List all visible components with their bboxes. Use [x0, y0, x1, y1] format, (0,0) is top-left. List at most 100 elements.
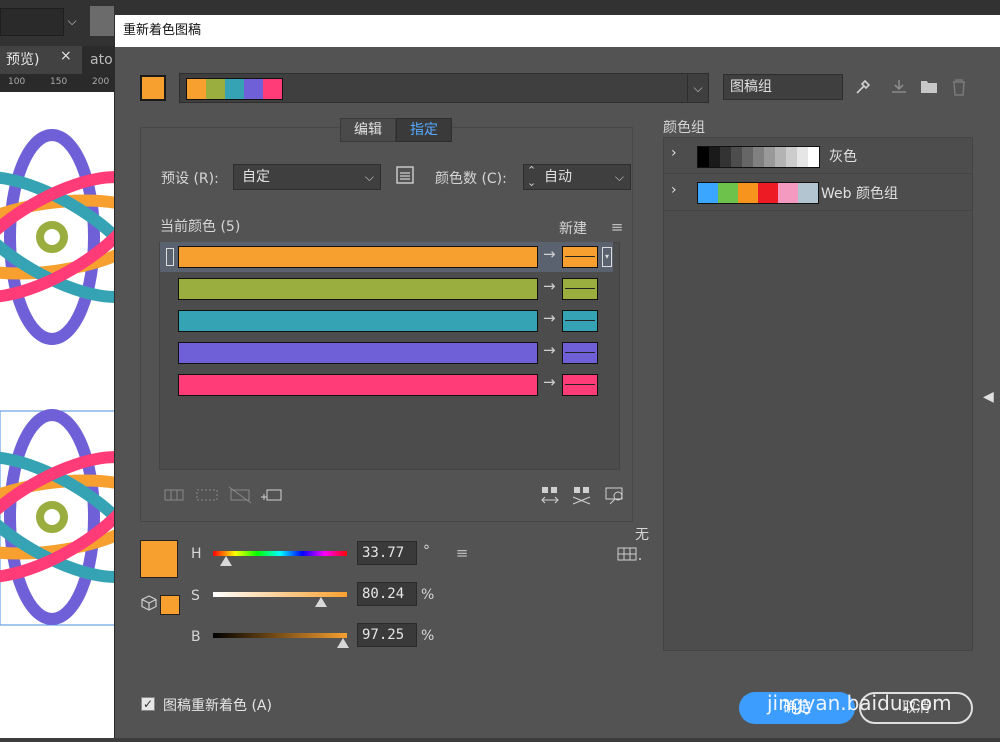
saturation-slider-thumb[interactable]: [314, 597, 327, 607]
s-unit: %: [421, 587, 434, 603]
arrow-right-icon[interactable]: →: [543, 373, 556, 391]
new-color-swatch[interactable]: [562, 278, 598, 300]
group-swatch: [797, 147, 808, 167]
b-label: B: [191, 629, 201, 645]
group-name-input[interactable]: 图稿组: [723, 74, 843, 100]
h-value-input[interactable]: 33.77: [357, 541, 417, 565]
row-dropdown-icon[interactable]: ▾: [602, 247, 612, 267]
recolor-checkbox[interactable]: ✓: [141, 697, 155, 711]
randomize-icon[interactable]: [540, 485, 630, 507]
colors-label: 颜色数 (C):: [435, 168, 507, 188]
color-groups-panel: [663, 137, 973, 651]
color-group-gray[interactable]: › 灰色: [663, 137, 973, 174]
cube-icon[interactable]: [141, 595, 157, 611]
s-value: 80.24: [362, 586, 405, 602]
chevron-right-icon[interactable]: ›: [671, 182, 677, 198]
b-unit-text: %: [421, 628, 435, 644]
s-unit-text: %: [421, 587, 435, 603]
chevron-down-icon[interactable]: ⌵: [62, 8, 82, 34]
current-color-bar[interactable]: [178, 342, 538, 364]
save-group-icon[interactable]: [888, 78, 910, 101]
hue-slider-thumb[interactable]: [219, 556, 232, 566]
s-value-input[interactable]: 80.24: [357, 582, 417, 606]
artboard[interactable]: [0, 92, 158, 738]
new-color-swatch[interactable]: [562, 374, 598, 396]
new-label: 新建: [559, 218, 587, 238]
toolbar-dropdown[interactable]: [0, 8, 64, 36]
s-label: S: [191, 588, 200, 604]
web-swatches: [697, 182, 819, 204]
arrow-right-icon[interactable]: →: [543, 309, 556, 327]
eyedropper-icon[interactable]: [852, 78, 874, 101]
sort-tools: [540, 485, 630, 507]
palette-strip: [186, 78, 283, 100]
row-handle-icon[interactable]: [166, 248, 174, 266]
arrow-right-icon[interactable]: →: [543, 245, 556, 263]
folder-icon[interactable]: [918, 78, 940, 99]
tab-preview-label: 预览): [6, 52, 40, 68]
expand-panel-icon[interactable]: ◀: [983, 389, 1000, 409]
stepper-arrows-icon[interactable]: ⌃ ⌄: [527, 165, 536, 189]
row-tools: [163, 485, 303, 505]
color-group-web[interactable]: › Web 颜色组: [663, 174, 973, 211]
new-color-swatch[interactable]: [562, 246, 598, 268]
arrow-right-icon[interactable]: →: [543, 341, 556, 359]
saturation-slider[interactable]: [213, 592, 347, 597]
toolbar-swatch[interactable]: [90, 6, 114, 36]
current-color-swatch[interactable]: [140, 75, 166, 101]
arrow-right-icon[interactable]: →: [543, 277, 556, 295]
new-label-text: 新建: [559, 221, 587, 237]
color-row[interactable]: ▾ →: [160, 242, 613, 272]
b-value: 97.25: [362, 627, 405, 643]
new-color-swatch[interactable]: [562, 342, 598, 364]
color-group-strip[interactable]: [179, 73, 709, 103]
color-group-name: Web 颜色组: [821, 186, 898, 202]
current-color-bar[interactable]: [178, 310, 538, 332]
chevron-right-icon[interactable]: ›: [671, 145, 677, 161]
brightness-slider[interactable]: [213, 633, 347, 638]
chevron-down-icon[interactable]: ⌵: [687, 73, 709, 103]
current-color-bar[interactable]: [178, 246, 538, 268]
color-mode-icon[interactable]: [617, 545, 643, 563]
current-color-bar[interactable]: [178, 278, 538, 300]
hue-slider[interactable]: [213, 551, 347, 556]
current-colors-text: 当前颜色 (5): [160, 219, 241, 235]
preset-select[interactable]: 自定 ⌵: [233, 164, 381, 190]
menu-icon[interactable]: ≡: [452, 543, 472, 563]
ruler-tick: 150: [50, 77, 68, 87]
chevron-down-icon: ⌵: [614, 170, 624, 184]
palette-swatch: [225, 79, 244, 99]
trash-icon[interactable]: [948, 78, 970, 101]
h-unit: °: [423, 543, 430, 559]
merge-colors-icon[interactable]: [163, 485, 303, 505]
web-safe-swatch[interactable]: [160, 595, 180, 615]
group-swatch: [808, 147, 819, 167]
tab-next-label: ato: [90, 52, 113, 68]
artwork: [0, 129, 158, 626]
current-colors-label: 当前颜色 (5): [160, 216, 240, 236]
menu-icon[interactable]: ≡: [607, 217, 627, 237]
color-groups-title: 颜色组: [663, 117, 705, 137]
b-value-input[interactable]: 97.25: [357, 623, 417, 647]
tab-close-glyph: ×: [60, 48, 72, 64]
tab-assign[interactable]: 指定: [396, 118, 452, 142]
color-row[interactable]: →: [160, 338, 613, 368]
tab-next[interactable]: ato: [90, 46, 113, 74]
color-row[interactable]: →: [160, 306, 613, 336]
preset-options-icon[interactable]: [394, 165, 416, 187]
close-icon[interactable]: ×: [60, 48, 72, 64]
current-color-bar[interactable]: [178, 374, 538, 396]
colors-count-select[interactable]: ⌃ ⌄ 自动 ⌵: [523, 164, 631, 190]
tab-edit[interactable]: 编辑: [340, 118, 396, 142]
color-row[interactable]: →: [160, 370, 613, 400]
group-swatch: [709, 147, 720, 167]
recolor-checkbox-label[interactable]: 图稿重新着色 (A): [163, 695, 272, 715]
group-swatch: [731, 147, 742, 167]
group-swatch: [738, 183, 758, 203]
watermark-text: jingyan.baidu.com: [767, 691, 952, 715]
brightness-slider-thumb[interactable]: [337, 638, 350, 648]
active-color-swatch[interactable]: [140, 540, 178, 578]
new-color-swatch[interactable]: [562, 310, 598, 332]
color-groups-title-text: 颜色组: [663, 120, 705, 136]
color-row[interactable]: →: [160, 274, 613, 304]
